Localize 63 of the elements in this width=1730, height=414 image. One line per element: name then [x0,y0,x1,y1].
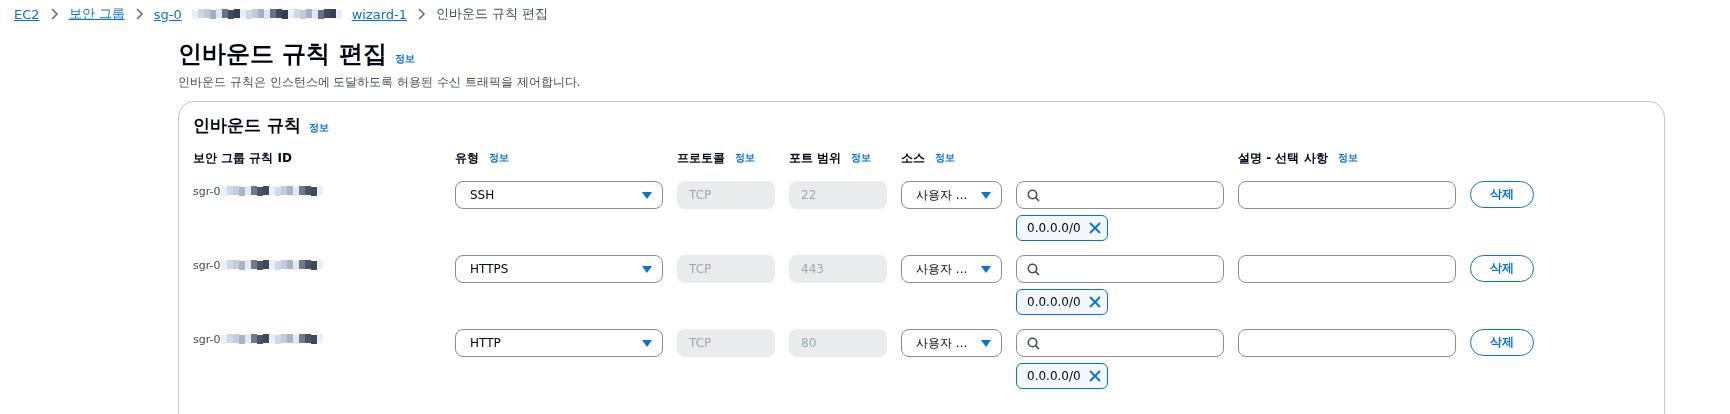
chevron-icon [134,8,144,20]
search-icon [1027,336,1040,350]
panel-title: 인바운드 규칙 [193,114,301,137]
column-header: 프로토콜 [677,149,725,167]
type-select[interactable]: HTTPS [455,255,663,283]
port-range-field: 443 [789,255,887,283]
caret-icon [981,339,991,347]
caret-icon [981,191,991,199]
protocol-field: TCP [677,255,775,283]
breadcrumb-link[interactable]: 보안 그룹 [68,5,125,23]
info-link[interactable]: 정보 [1337,151,1358,165]
info-link[interactable]: 정보 [851,151,872,165]
search-field[interactable] [1016,255,1224,283]
type-select[interactable]: HTTP [455,329,663,357]
description-field[interactable] [1238,329,1456,357]
delete-button[interactable]: 삭제 [1470,329,1534,356]
breadcrumb-current: 인바운드 규칙 편집 [436,5,549,23]
cidr-token: 0.0.0.0/0 [1016,363,1108,389]
protocol-field: TCP [677,329,775,357]
delete-button[interactable]: 삭제 [1470,255,1534,282]
source-select[interactable]: 사용자 ... [901,181,1002,209]
chevron-icon [49,8,59,20]
close-icon[interactable] [1088,222,1101,234]
column-header: 유형 [455,149,479,167]
source-select[interactable]: 사용자 ... [901,329,1002,357]
rule-id: sgr-0 [193,184,221,198]
search-field[interactable] [1016,181,1224,209]
caret-icon [642,265,652,273]
chevron-icon [417,8,427,20]
breadcrumb-link[interactable]: sg-0 [153,6,182,22]
search-icon [1027,188,1040,202]
caret-icon [642,339,652,347]
port-range-field: 22 [789,181,887,209]
caret-icon [981,265,991,273]
description-field[interactable] [1238,255,1456,283]
description-field[interactable] [1238,181,1456,209]
info-link[interactable]: 정보 [935,151,955,165]
info-link[interactable]: 정보 [308,121,329,135]
protocol-field: TCP [677,181,775,209]
info-link[interactable]: 정보 [489,151,509,165]
port-range-field: 80 [789,329,887,357]
column-header: 포트 범위 [789,149,842,167]
close-icon[interactable] [1088,296,1101,308]
info-link[interactable]: 정보 [394,52,415,66]
close-icon[interactable] [1088,370,1101,382]
type-select[interactable]: SSH [455,181,663,209]
column-header: 보안 그룹 규칙 ID [193,149,292,167]
breadcrumb-link[interactable]: wizard-1 [351,6,408,22]
search-icon [1027,262,1040,276]
column-header: 설명 - 선택 사항 [1238,149,1328,167]
cidr-token: 0.0.0.0/0 [1016,215,1108,241]
page-description: 인바운드 규칙은 인스턴스에 도달하도록 허용된 수신 트래픽을 제어합니다. [178,74,582,91]
cidr-token: 0.0.0.0/0 [1016,289,1108,315]
rule-id: sgr-0 [193,332,221,346]
rule-id: sgr-0 [193,258,221,272]
column-header: 소스 [901,149,925,167]
caret-icon [642,191,652,199]
breadcrumb-link[interactable]: EC2 [14,6,40,22]
info-link[interactable]: 정보 [735,151,755,165]
source-select[interactable]: 사용자 ... [901,255,1002,283]
search-field[interactable] [1016,329,1224,357]
page-title: 인바운드 규칙 편집 [178,39,387,70]
delete-button[interactable]: 삭제 [1470,181,1534,208]
